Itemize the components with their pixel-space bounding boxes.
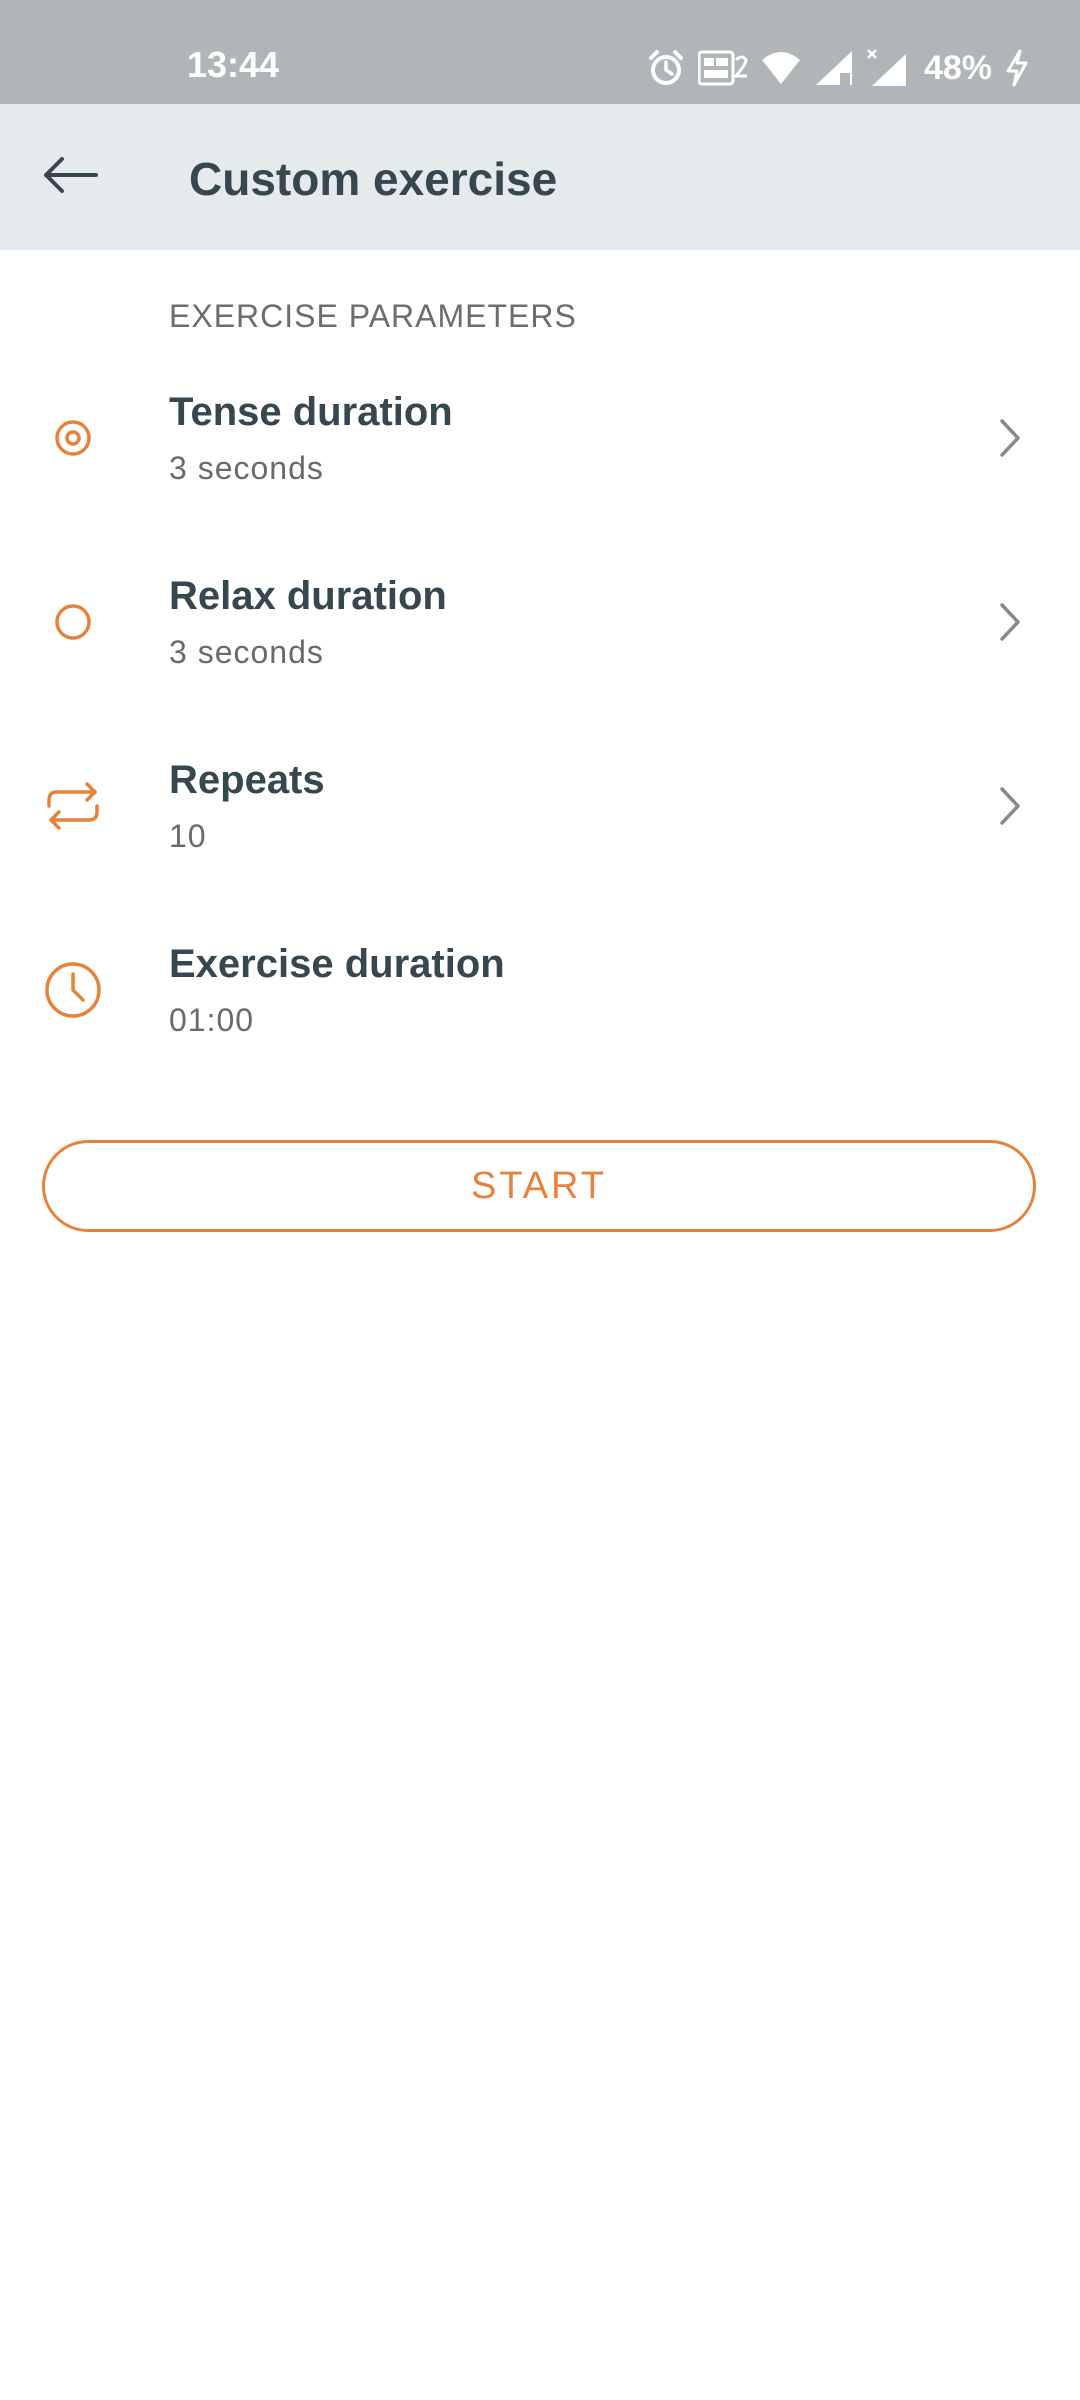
param-row-repeats[interactable]: Repeats 10 [0, 714, 1080, 898]
volte-icon [697, 50, 748, 86]
target-icon [40, 405, 106, 471]
chevron-right-icon [985, 778, 1035, 834]
param-value: 3 seconds [169, 634, 324, 670]
circle-icon [40, 589, 106, 655]
signal-icon [814, 49, 854, 87]
param-title: Exercise duration [169, 942, 505, 986]
param-value: 3 seconds [169, 450, 324, 486]
param-row-relax-duration[interactable]: Relax duration 3 seconds [0, 530, 1080, 714]
app-bar: Custom exercise [0, 104, 1080, 250]
page-title: Custom exercise [189, 153, 558, 205]
param-value: 10 [169, 818, 207, 854]
section-header: EXERCISE PARAMETERS [169, 298, 577, 334]
charging-icon [1004, 49, 1030, 87]
status-bar: 13:44 48% [0, 0, 1080, 104]
clock-icon [40, 957, 106, 1023]
alarm-icon [646, 48, 686, 88]
arrow-left-icon [42, 155, 98, 200]
signal-icon [866, 48, 908, 88]
chevron-right-icon [985, 410, 1035, 466]
status-icons: 48% [646, 46, 1030, 90]
start-button[interactable]: START [42, 1140, 1036, 1232]
param-title: Tense duration [169, 390, 453, 434]
param-row-tense-duration[interactable]: Tense duration 3 seconds [0, 346, 1080, 530]
battery-percentage: 48% [923, 48, 992, 87]
param-title: Relax duration [169, 574, 447, 618]
chevron-right-icon [985, 594, 1035, 650]
repeat-icon [40, 773, 106, 839]
back-button[interactable] [30, 137, 110, 217]
param-row-exercise-duration: Exercise duration 01:00 [0, 898, 1080, 1082]
wifi-icon [760, 50, 802, 86]
status-time: 13:44 [187, 44, 280, 85]
param-title: Repeats [169, 758, 325, 802]
param-value: 01:00 [169, 1002, 255, 1038]
